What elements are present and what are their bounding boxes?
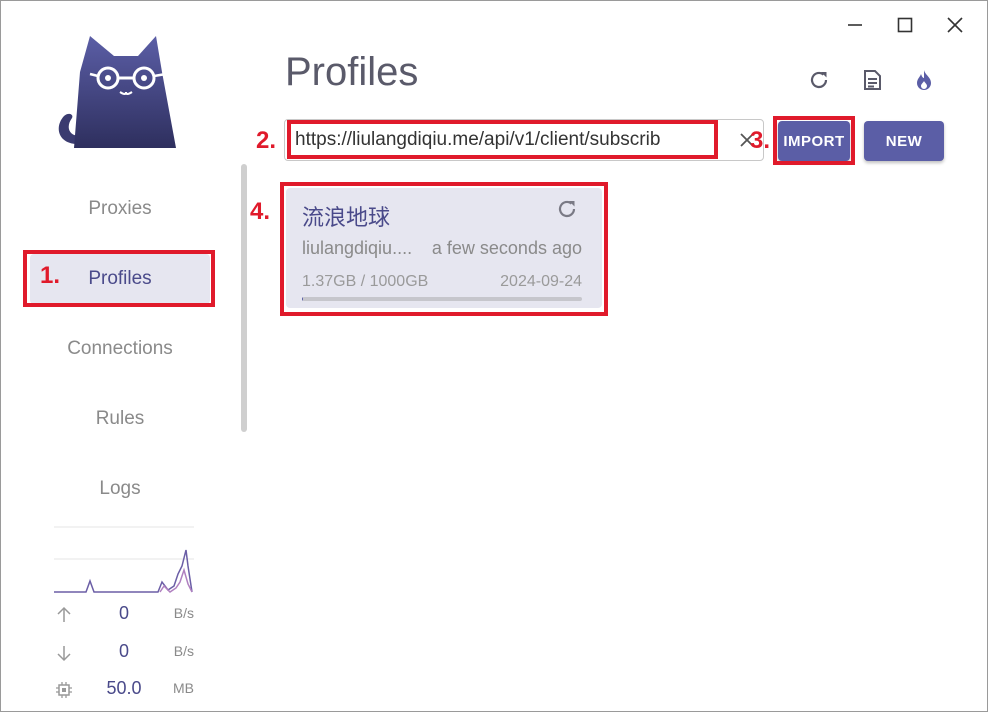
sidebar-scrollbar[interactable] <box>241 164 247 432</box>
cat-logo <box>58 36 176 148</box>
sidebar-item-logs[interactable]: Logs <box>30 464 210 514</box>
memory-value: 50.0 <box>106 678 142 698</box>
maximize-button[interactable] <box>890 10 920 40</box>
upload-unit: B/s <box>173 605 194 621</box>
annotation-box-4 <box>280 182 608 316</box>
minimize-icon <box>848 24 862 26</box>
sidebar-item-label: Rules <box>95 408 145 429</box>
maximize-icon <box>897 17 913 33</box>
refresh-icon <box>810 71 828 89</box>
annotation-box-2 <box>287 120 718 159</box>
memory-unit: MB <box>173 680 194 696</box>
annotation-label-4: 4. <box>250 198 271 225</box>
annotation-box-3 <box>773 116 855 165</box>
annotation-label-3: 3. <box>750 127 771 154</box>
page-title: Profiles <box>285 50 419 94</box>
arrow-up-icon <box>57 606 71 622</box>
memory-stat: 50.0 MB <box>54 678 196 702</box>
annotation-label-1: 1. <box>40 262 61 289</box>
sidebar-item-connections[interactable]: Connections <box>30 324 210 374</box>
arrow-down-icon <box>57 646 71 662</box>
runtime-config-button[interactable] <box>857 65 887 95</box>
download-value: 0 <box>118 641 129 661</box>
sidebar-item-label: Proxies <box>88 198 152 219</box>
download-unit: B/s <box>173 643 194 659</box>
minimize-button[interactable] <box>840 10 870 40</box>
update-all-button[interactable] <box>804 65 834 95</box>
close-window-button[interactable] <box>940 10 970 40</box>
upload-value: 0 <box>118 603 129 623</box>
close-icon <box>947 17 963 33</box>
memory-chip-icon <box>56 682 72 698</box>
reactivate-button[interactable] <box>909 65 939 95</box>
sidebar-item-rules[interactable]: Rules <box>30 394 210 444</box>
sidebar-item-proxies[interactable]: Proxies <box>30 184 210 234</box>
upload-stat: 0 B/s <box>54 603 196 627</box>
new-profile-button[interactable]: NEW <box>864 121 944 161</box>
fire-icon <box>917 70 931 90</box>
sidebar-item-label: Connections <box>67 338 173 359</box>
sidebar-item-label: Logs <box>99 478 141 499</box>
traffic-graph <box>54 526 194 593</box>
log-document-icon <box>864 70 881 90</box>
annotation-label-2: 2. <box>256 127 277 154</box>
download-stat: 0 B/s <box>54 641 196 665</box>
